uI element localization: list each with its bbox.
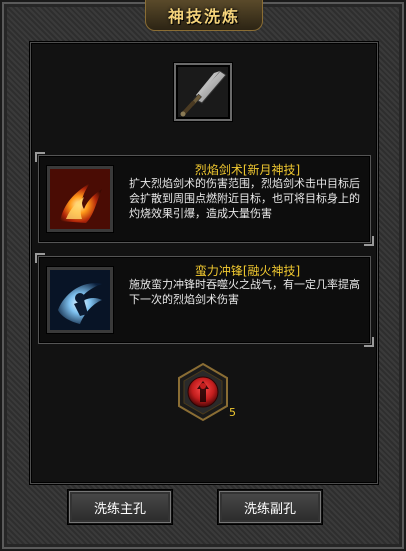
skill-icon-frame — [47, 267, 113, 333]
window-title: 神技洗炼 — [167, 7, 240, 26]
weapon-slot[interactable] — [174, 63, 232, 121]
skill-row-2[interactable]: 蛮力冲锋[融火神技] 施放蛮力冲锋时吞噬火之战气，有一定几率提高下一次的烈焰剑术… — [35, 253, 374, 347]
title-bar: 神技洗炼 — [145, 0, 263, 31]
rune-count: 5 — [229, 406, 236, 419]
skill-row-1[interactable]: 烈焰剑术[新月神技] 扩大烈焰剑术的伤害范围，烈焰剑术击中目标后会扩散到周围点燃… — [35, 152, 374, 246]
skill-description: 扩大烈焰剑术的伤害范围，烈焰剑术击中目标后会扩散到周围点燃附近目标，也可将目标身… — [129, 177, 360, 220]
skill-icon-frame — [47, 166, 113, 232]
broad-sword-icon — [180, 70, 227, 117]
charge-warrior-icon — [50, 270, 110, 330]
skill-description: 施放蛮力冲锋时吞噬火之战气，有一定几率提高下一次的烈焰剑术伤害 — [129, 278, 360, 306]
flame-sword-icon — [50, 169, 110, 229]
red-rune-icon — [178, 362, 228, 422]
refine-sub-hole-button[interactable]: 洗练副孔 — [218, 490, 322, 524]
rune-slot[interactable] — [171, 360, 235, 424]
refine-main-hole-button[interactable]: 洗练主孔 — [68, 490, 172, 524]
